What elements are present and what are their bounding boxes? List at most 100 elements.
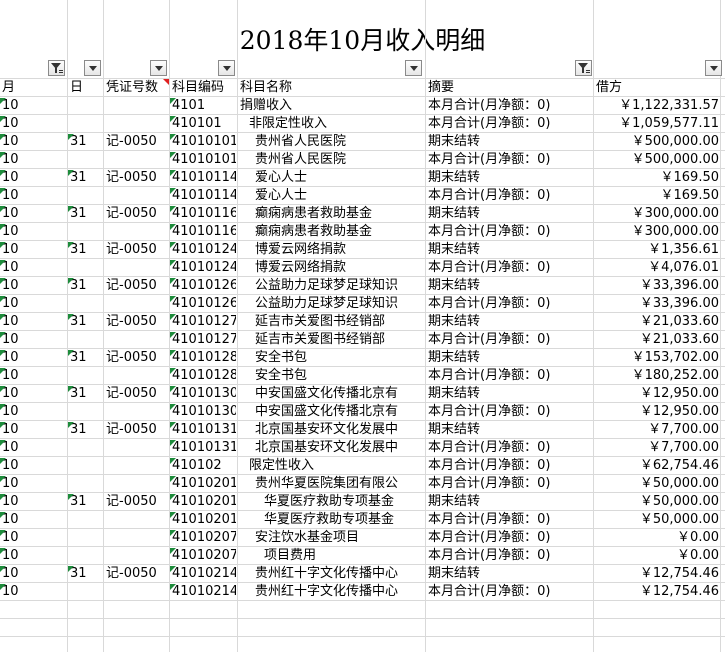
table-row[interactable]: 10 31 记-0050 41010130 中安国盛文化传播北京有 期末结转 ￥12,950… xyxy=(0,385,725,403)
cell-summary[interactable]: 期末结转 xyxy=(428,349,592,367)
cell-code[interactable]: 41010124 xyxy=(172,259,236,277)
cell-debit[interactable]: ￥7,700.00 xyxy=(596,421,719,439)
cell-code[interactable]: 41010131 xyxy=(172,421,236,439)
header-voucher[interactable]: 凭证号数 xyxy=(106,79,158,97)
cell-day[interactable] xyxy=(70,259,102,277)
cell-summary[interactable]: 期末结转 xyxy=(428,277,592,295)
header-summary[interactable]: 摘要 xyxy=(428,79,454,97)
cell-debit[interactable]: ￥4,076.01 xyxy=(596,259,719,277)
table-row[interactable]: 10 41010201 贵州华夏医院集团有限公 本月合计(月净额：0) ￥50,000.… xyxy=(0,475,725,493)
cell-day[interactable] xyxy=(70,97,102,115)
cell-day[interactable] xyxy=(70,223,102,241)
cell-voucher[interactable]: 记-0050 xyxy=(106,349,168,367)
cell-summary[interactable]: 本月合计(月净额：0) xyxy=(428,511,592,529)
cell-month[interactable]: 10 xyxy=(2,565,66,583)
cell-debit[interactable]: ￥33,396.00 xyxy=(596,295,719,313)
cell-summary[interactable]: 本月合计(月净额：0) xyxy=(428,403,592,421)
cell-day[interactable]: 31 xyxy=(70,385,102,403)
cell-month[interactable]: 10 xyxy=(2,511,66,529)
cell-debit[interactable]: ￥0.00 xyxy=(596,547,719,565)
cell-day[interactable]: 31 xyxy=(70,313,102,331)
cell-debit[interactable]: ￥50,000.00 xyxy=(596,493,719,511)
cell-summary[interactable]: 期末结转 xyxy=(428,169,592,187)
cell-code[interactable]: 41010207 xyxy=(172,547,236,565)
cell-debit[interactable]: ￥50,000.00 xyxy=(596,475,719,493)
cell-name[interactable]: 博爱云网络捐款 xyxy=(240,241,439,259)
cell-voucher[interactable]: 记-0050 xyxy=(106,493,168,511)
cell-code[interactable]: 41010201 xyxy=(172,511,236,529)
cell-code[interactable]: 41010214 xyxy=(172,565,236,583)
header-day[interactable]: 日 xyxy=(70,79,83,97)
cell-code[interactable]: 41010214 xyxy=(172,583,236,601)
cell-voucher[interactable]: 记-0050 xyxy=(106,421,168,439)
cell-code[interactable]: 4101 xyxy=(172,97,236,115)
cell-summary[interactable]: 本月合计(月净额：0) xyxy=(428,475,592,493)
cell-code[interactable]: 41010126 xyxy=(172,277,236,295)
cell-debit[interactable]: ￥21,033.60 xyxy=(596,331,719,349)
table-row[interactable]: 10 41010207 安注饮水基金项目 本月合计(月净额：0) ￥0.00 xyxy=(0,529,725,547)
cell-name[interactable]: 非限定性收入 xyxy=(240,115,433,133)
cell-day[interactable]: 31 xyxy=(70,277,102,295)
cell-voucher[interactable] xyxy=(106,97,168,115)
cell-summary[interactable]: 本月合计(月净额：0) xyxy=(428,583,592,601)
cell-code[interactable]: 41010201 xyxy=(172,475,236,493)
cell-debit[interactable]: ￥12,754.46 xyxy=(596,583,719,601)
table-row[interactable]: 10 31 记-0050 41010124 博爱云网络捐款 期末结转 ￥1,356.61 xyxy=(0,241,725,259)
cell-day[interactable]: 31 xyxy=(70,169,102,187)
cell-summary[interactable]: 期末结转 xyxy=(428,565,592,583)
cell-day[interactable] xyxy=(70,151,102,169)
cell-summary[interactable]: 本月合计(月净额：0) xyxy=(428,115,592,133)
cell-name[interactable]: 捐赠收入 xyxy=(240,97,424,115)
cell-debit[interactable]: ￥12,950.00 xyxy=(596,385,719,403)
cell-debit[interactable]: ￥300,000.00 xyxy=(596,205,719,223)
cell-month[interactable]: 10 xyxy=(2,529,66,547)
table-row[interactable]: 10 41010201 华夏医疗救助专项基金 本月合计(月净额：0) ￥50,000.0… xyxy=(0,511,725,529)
cell-code[interactable]: 410102 xyxy=(172,457,236,475)
cell-name[interactable]: 北京国基安环文化发展中 xyxy=(240,421,439,439)
table-row[interactable]: 10 31 记-0050 41010201 华夏医疗救助专项基金 期末结转 ￥50,000.… xyxy=(0,493,725,511)
table-row[interactable]: 10 31 记-0050 41010131 北京国基安环文化发展中 期末结转 ￥7,700.… xyxy=(0,421,725,439)
table-row[interactable]: 10 410102 限定性收入 本月合计(月净额：0) ￥62,754.46 xyxy=(0,457,725,475)
cell-voucher[interactable] xyxy=(106,115,168,133)
cell-month[interactable]: 10 xyxy=(2,457,66,475)
cell-day[interactable] xyxy=(70,439,102,457)
cell-voucher[interactable]: 记-0050 xyxy=(106,241,168,259)
cell-name[interactable]: 中安国盛文化传播北京有 xyxy=(240,385,439,403)
cell-name[interactable]: 贵州华夏医院集团有限公 xyxy=(240,475,439,493)
cell-month[interactable]: 10 xyxy=(2,547,66,565)
cell-summary[interactable]: 期末结转 xyxy=(428,493,592,511)
table-row[interactable]: 10 41010114 爱心人士 本月合计(月净额：0) ￥169.50 xyxy=(0,187,725,205)
cell-day[interactable] xyxy=(70,529,102,547)
cell-month[interactable]: 10 xyxy=(2,115,66,133)
table-row[interactable]: 10 41010124 博爱云网络捐款 本月合计(月净额：0) ￥4,076.01 xyxy=(0,259,725,277)
cell-name[interactable]: 华夏医疗救助专项基金 xyxy=(240,493,448,511)
cell-voucher[interactable] xyxy=(106,475,168,493)
cell-day[interactable]: 31 xyxy=(70,565,102,583)
day-filter-button[interactable] xyxy=(84,60,101,76)
table-row[interactable]: 10 31 记-0050 41010127 延吉市关爱图书经销部 期末结转 ￥21,033.… xyxy=(0,313,725,331)
cell-code[interactable]: 41010114 xyxy=(172,187,236,205)
cell-voucher[interactable] xyxy=(106,547,168,565)
cell-voucher[interactable]: 记-0050 xyxy=(106,169,168,187)
cell-name[interactable]: 贵州省人民医院 xyxy=(240,133,439,151)
cell-summary[interactable]: 期末结转 xyxy=(428,385,592,403)
cell-day[interactable] xyxy=(70,457,102,475)
cell-month[interactable]: 10 xyxy=(2,223,66,241)
cell-debit[interactable]: ￥7,700.00 xyxy=(596,439,719,457)
cell-summary[interactable]: 本月合计(月净额：0) xyxy=(428,439,592,457)
cell-name[interactable]: 延吉市关爱图书经销部 xyxy=(240,331,439,349)
cell-debit[interactable]: ￥12,950.00 xyxy=(596,403,719,421)
debit-filter-button[interactable] xyxy=(705,60,722,76)
cell-month[interactable]: 10 xyxy=(2,133,66,151)
cell-debit[interactable]: ￥300,000.00 xyxy=(596,223,719,241)
cell-month[interactable]: 10 xyxy=(2,187,66,205)
cell-code[interactable]: 41010207 xyxy=(172,529,236,547)
cell-day[interactable] xyxy=(70,547,102,565)
cell-code[interactable]: 41010127 xyxy=(172,331,236,349)
cell-name[interactable]: 安全书包 xyxy=(240,367,439,385)
cell-summary[interactable]: 期末结转 xyxy=(428,421,592,439)
cell-debit[interactable]: ￥169.50 xyxy=(596,187,720,205)
summary-filter-button[interactable] xyxy=(575,60,592,76)
cell-debit[interactable]: ￥62,754.46 xyxy=(596,457,719,475)
cell-name[interactable]: 爱心人士 xyxy=(240,187,439,205)
